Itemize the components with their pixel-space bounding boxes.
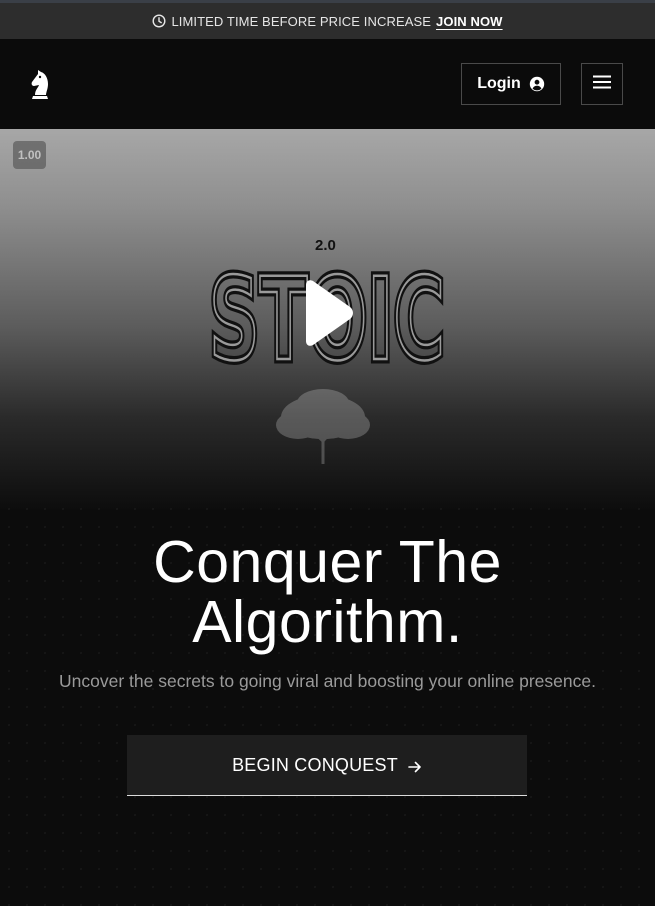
hero-subtitle: Uncover the secrets to going viral and b… — [59, 671, 596, 691]
video-player[interactable]: 1.00 2.0 STOIC STOIC — [0, 129, 655, 509]
page: LIMITED TIME BEFORE PRICE INCREASE JOIN … — [0, 0, 655, 906]
user-circle-icon — [529, 76, 545, 92]
tree-icon — [268, 389, 378, 469]
cta-label: BEGIN CONQUEST — [232, 754, 398, 775]
chess-knight-icon[interactable] — [27, 68, 53, 100]
promo-bar: LIMITED TIME BEFORE PRICE INCREASE JOIN … — [0, 0, 655, 39]
hero-title-line1: Conquer The — [153, 529, 502, 595]
arrow-right-icon — [408, 758, 422, 773]
hamburger-menu-button[interactable] — [581, 63, 623, 105]
hamburger-menu-icon — [593, 75, 611, 94]
clock-icon — [152, 14, 166, 28]
begin-conquest-button[interactable]: BEGIN CONQUEST — [127, 735, 527, 796]
hero-title: Conquer The Algorithm. — [0, 532, 655, 652]
site-header: Login — [0, 39, 655, 129]
play-icon[interactable] — [298, 279, 356, 352]
playback-speed-badge[interactable]: 1.00 — [13, 141, 46, 169]
login-button[interactable]: Login — [461, 63, 561, 105]
promo-text: LIMITED TIME BEFORE PRICE INCREASE — [171, 13, 432, 29]
join-now-link[interactable]: JOIN NOW — [436, 14, 503, 29]
login-label: Login — [477, 75, 521, 92]
hero-title-line2: Algorithm. — [192, 589, 463, 655]
video-title-version: 2.0 — [315, 237, 336, 254]
